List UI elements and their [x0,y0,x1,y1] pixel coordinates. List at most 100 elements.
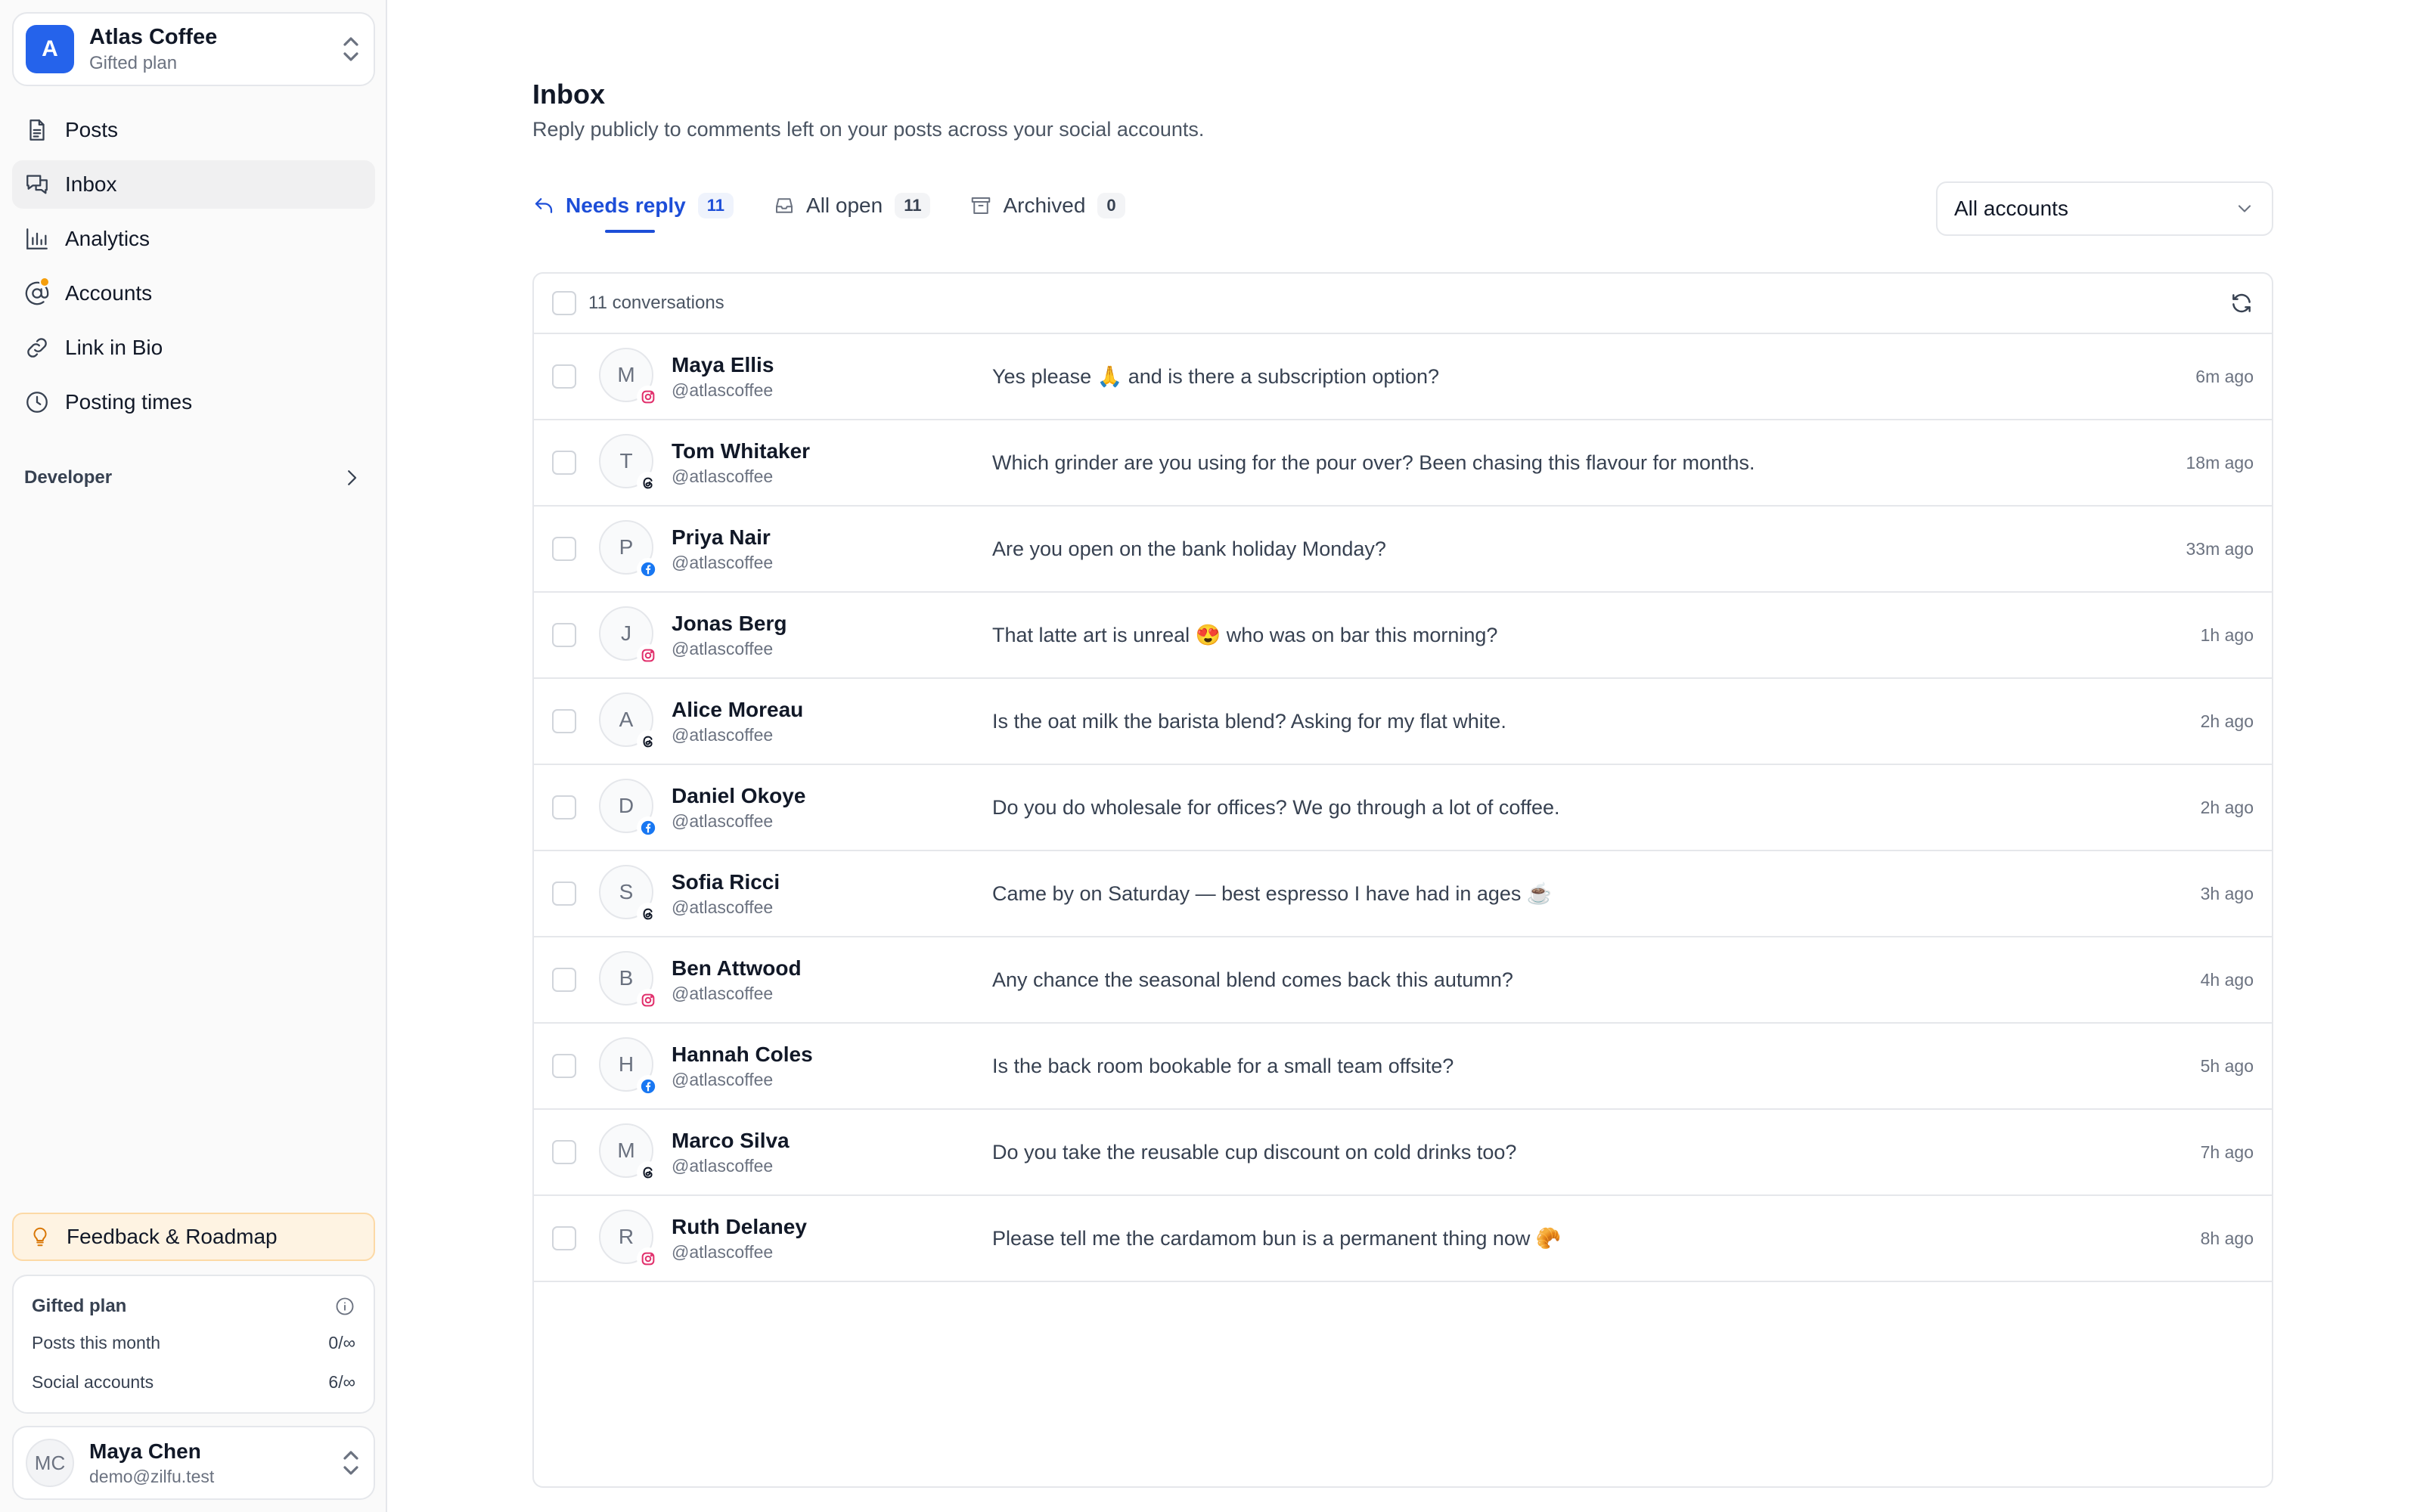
user-name: Maya Chen [89,1439,201,1463]
refresh-icon[interactable] [2229,291,2254,315]
info-icon[interactable] [334,1296,355,1317]
workspace-plan: Gifted plan [89,52,178,73]
comment-time: 8h ago [2200,1228,2254,1248]
user-menu[interactable]: MC Maya Chen demo@zilfu.test [12,1426,375,1500]
tab-archived[interactable]: Archived 0 [970,189,1125,222]
instagram-icon [637,386,659,408]
workspace-switcher[interactable]: A Atlas Coffee Gifted plan [12,12,375,86]
commenter-name: Jonas Berg [672,611,787,635]
tab-all-open[interactable]: All open 11 [773,189,931,222]
tab-label: Archived [1003,194,1086,217]
comment-time: 2h ago [2200,797,2254,817]
posts-usage-value: 0/∞ [328,1332,355,1352]
commenter-info: Jonas Berg @atlascoffee [672,612,992,659]
posts-usage-row: Posts this month 0/∞ [32,1323,355,1362]
sidebar-item-link-in-bio[interactable]: Link in Bio [12,324,375,372]
tab-count: 11 [697,193,734,218]
account-handle: @atlascoffee [672,1069,774,1089]
conversation-list: M Maya Ellis @atlascoffee Yes please 🙏 and … [534,334,2272,1282]
comment-text: Which grinder are you using for the pour… [992,451,1755,474]
sidebar-item-analytics[interactable]: Analytics [12,215,375,263]
account-handle: @atlascoffee [672,1241,774,1262]
user-email: demo@zilfu.test [89,1466,215,1486]
inbox-tabs: Needs reply 11 All open 11 Archived 0 [532,189,1165,233]
row-checkbox[interactable] [552,795,576,820]
table-row[interactable]: M Marco Silva @atlascoffee Do you take the … [534,1110,2272,1196]
developer-label: Developer [24,467,113,488]
row-checkbox[interactable] [552,1226,576,1250]
table-row[interactable]: B Ben Attwood @atlascoffee Any chance the s… [534,937,2272,1024]
tab-count: 0 [1097,193,1125,218]
account-handle: @atlascoffee [672,897,774,917]
chevron-up-down-icon [343,37,358,61]
table-row[interactable]: H Hannah Coles @atlascoffee Is the back roo… [534,1024,2272,1110]
workspace-info: Atlas Coffee Gifted plan [89,25,340,74]
table-row[interactable]: J Jonas Berg @atlascoffee That latte art is… [534,593,2272,679]
comment-time: 5h ago [2200,1055,2254,1076]
sidebar-item-inbox[interactable]: Inbox [12,160,375,209]
row-checkbox[interactable] [552,1054,576,1078]
comment-text: Came by on Saturday — best espresso I ha… [992,882,1553,905]
row-checkbox[interactable] [552,968,576,992]
tab-needs-reply[interactable]: Needs reply 11 [532,189,734,233]
developer-section-toggle[interactable]: Developer [12,458,375,497]
comment-time: 6m ago [2195,366,2254,386]
instagram-icon [637,1247,659,1270]
posts-usage-label: Posts this month [32,1332,161,1352]
row-checkbox[interactable] [552,881,576,906]
comment-text: Are you open on the bank holiday Monday? [992,537,1386,560]
table-row[interactable]: T Tom Whitaker @atlascoffee Which grinder a… [534,420,2272,507]
facebook-icon [637,1075,659,1098]
workspace-avatar: A [26,25,74,73]
commenter-info: Marco Silva @atlascoffee [672,1129,992,1176]
table-row[interactable]: D Daniel Okoye @atlascoffee Do you do whole… [534,765,2272,851]
avatar: MC [26,1439,74,1487]
commenter-name: Alice Moreau [672,697,804,721]
account-handle: @atlascoffee [672,1155,774,1176]
commenter-name: Ben Attwood [672,956,802,980]
account-filter-select[interactable]: All accounts [1936,181,2273,236]
avatar: A [599,692,659,753]
table-header: 11 conversations [534,274,2272,334]
commenter-name: Priya Nair [672,525,771,549]
account-filter-value: All accounts [1954,197,2068,220]
table-row[interactable]: S Sofia Ricci @atlascoffee Came by on Satur… [534,851,2272,937]
row-checkbox[interactable] [552,364,576,389]
table-row[interactable]: A Alice Moreau @atlascoffee Is the oat milk… [534,679,2272,765]
feedback-roadmap-button[interactable]: Feedback & Roadmap [12,1213,375,1261]
commenter-info: Ruth Delaney @atlascoffee [672,1215,992,1263]
avatar: P [599,520,659,581]
account-handle: @atlascoffee [672,380,774,400]
main-content: Inbox Reply publicly to comments left on… [387,0,2420,1512]
sidebar-item-label: Posts [65,118,119,141]
threads-icon [637,730,659,753]
accounts-usage-value: 6/∞ [328,1371,355,1392]
sidebar-item-posting-times[interactable]: Posting times [12,378,375,426]
feedback-label: Feedback & Roadmap [67,1225,278,1248]
archive-box-icon [972,197,991,214]
commenter-name: Marco Silva [672,1128,790,1152]
commenter-name: Ruth Delaney [672,1214,807,1238]
table-row[interactable]: R Ruth Delaney @atlascoffee Please tell me … [534,1196,2272,1282]
avatar: S [599,865,659,925]
row-checkbox[interactable] [552,623,576,647]
row-checkbox[interactable] [552,709,576,733]
row-checkbox[interactable] [552,451,576,475]
avatar: T [599,434,659,494]
sidebar-item-label: Posting times [65,390,193,414]
avatar: M [599,1123,659,1184]
table-row[interactable]: M Maya Ellis @atlascoffee Yes please 🙏 and … [534,334,2272,420]
sidebar-item-accounts[interactable]: Accounts [12,269,375,318]
plan-usage-card: Gifted plan Posts this month 0/∞ Social … [12,1275,375,1414]
commenter-info: Alice Moreau @atlascoffee [672,698,992,745]
comment-time: 2h ago [2200,711,2254,731]
row-checkbox[interactable] [552,1140,576,1164]
instagram-icon [637,644,659,667]
select-all-checkbox[interactable] [552,291,576,315]
account-handle: @atlascoffee [672,638,774,658]
sidebar-item-posts[interactable]: Posts [12,106,375,154]
row-checkbox[interactable] [552,537,576,561]
clock-icon [26,392,48,413]
table-row[interactable]: P Priya Nair @atlascoffee Are you open on t… [534,507,2272,593]
inbox-tray-icon [776,198,793,213]
